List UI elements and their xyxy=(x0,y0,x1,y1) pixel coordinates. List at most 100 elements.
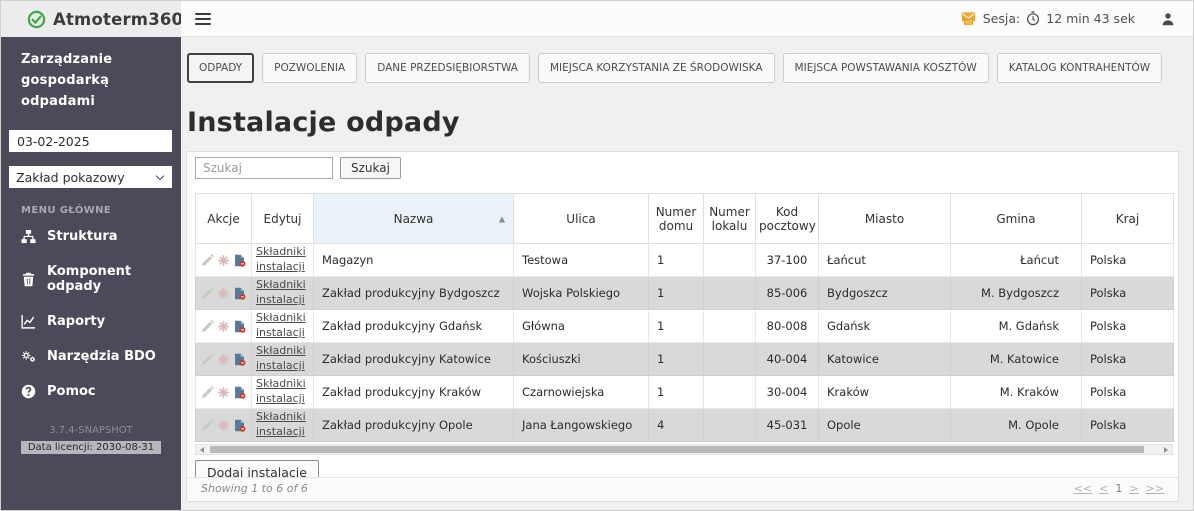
pagination-page-1[interactable]: 1 xyxy=(1115,482,1122,495)
pagination-last[interactable]: >> xyxy=(1146,482,1164,495)
column-header-miasto[interactable]: Miasto xyxy=(819,194,951,244)
approve-stamp-icon[interactable] xyxy=(217,353,230,366)
sidebar-item-struktura[interactable]: Struktura xyxy=(1,219,181,254)
file-remove-icon[interactable] xyxy=(233,386,246,399)
cell-numer-domu: 1 xyxy=(649,343,704,376)
cell-gmina: M. Katowice xyxy=(951,343,1082,376)
approve-stamp-icon[interactable] xyxy=(217,287,230,300)
cell-edytuj: Składniki instalacji xyxy=(252,376,314,409)
pagination: <<<1>>> xyxy=(1074,482,1164,495)
main-content: ODPADY POZWOLENIA DANE PRZEDSIĘBIORSTWA MIE… xyxy=(181,37,1193,511)
tab-miejsca-korzystania-ze-rodowiska[interactable]: MIEJSCA KORZYSTANIA ZE ŚRODOWISKA xyxy=(538,53,775,83)
tab-odpady[interactable]: ODPADY xyxy=(187,53,254,83)
sidebar-item-komponent-odpady[interactable]: Komponent odpady xyxy=(1,254,181,304)
cell-akcje xyxy=(196,277,252,310)
search-input[interactable] xyxy=(195,157,333,179)
cell-ulica: Kościuszki xyxy=(514,343,649,376)
tab-katalog-kontrahent-w[interactable]: KATALOG KONTRAHENTÓW xyxy=(997,53,1162,83)
file-remove-icon[interactable] xyxy=(233,419,246,432)
app-window: Atmoterm360 Sesja: 12 min 43 sek Zarządz… xyxy=(0,0,1194,511)
unit-select[interactable]: Zakład pokazowy xyxy=(9,166,172,188)
column-header-ulica[interactable]: Ulica xyxy=(514,194,649,244)
installation-components-link[interactable]: Składniki instalacji xyxy=(256,245,311,275)
edit-pencil-icon[interactable] xyxy=(201,320,214,333)
unit-select-value: Zakład pokazowy xyxy=(16,170,125,185)
cell-akcje xyxy=(196,409,252,442)
sidebar-item-pomoc[interactable]: Pomoc xyxy=(1,374,181,409)
installations-table: AkcjeEdytujNazwa▲UlicaNumer domuNumer lo… xyxy=(195,193,1174,442)
pagination-prev[interactable]: < xyxy=(1099,482,1108,495)
cell-ulica: Czarnowiejska xyxy=(514,376,649,409)
column-header-kod-pocztowy[interactable]: Kod pocztowy xyxy=(756,194,819,244)
column-header-numer-domu[interactable]: Numer domu xyxy=(649,194,704,244)
horizontal-scrollbar[interactable] xyxy=(195,444,1173,455)
date-input[interactable] xyxy=(9,130,172,152)
trash-icon xyxy=(21,272,36,287)
user-icon[interactable] xyxy=(1161,12,1175,26)
pagination-next[interactable]: > xyxy=(1129,482,1138,495)
file-remove-icon[interactable] xyxy=(233,254,246,267)
session-time: 12 min 43 sek xyxy=(1046,11,1135,26)
cell-kraj: Polska xyxy=(1082,409,1174,442)
sidebar-item-label: Komponent odpady xyxy=(47,264,161,294)
column-header-edytuj[interactable]: Edytuj xyxy=(252,194,314,244)
installation-components-link[interactable]: Składniki instalacji xyxy=(256,278,311,308)
cogs-icon xyxy=(21,349,36,364)
cell-edytuj: Składniki instalacji xyxy=(252,277,314,310)
pagination-first[interactable]: << xyxy=(1074,482,1092,495)
sidebar-item-raporty[interactable]: Raporty xyxy=(1,304,181,339)
edit-pencil-icon[interactable] xyxy=(201,287,214,300)
column-header-numer-lokalu[interactable]: Numer lokalu xyxy=(704,194,756,244)
edit-pencil-icon[interactable] xyxy=(201,419,214,432)
cell-numer-lokalu xyxy=(704,310,756,343)
help-icon xyxy=(21,384,36,399)
cell-miasto: Łańcut xyxy=(819,244,951,277)
table-row: Składniki instalacjiZakład produkcyjny O… xyxy=(196,409,1174,442)
cell-numer-domu: 1 xyxy=(649,277,704,310)
cell-akcje xyxy=(196,343,252,376)
installation-components-link[interactable]: Składniki instalacji xyxy=(256,410,311,440)
file-remove-icon[interactable] xyxy=(233,353,246,366)
approve-stamp-icon[interactable] xyxy=(217,386,230,399)
installation-components-link[interactable]: Składniki instalacji xyxy=(256,311,311,341)
approve-stamp-icon[interactable] xyxy=(217,254,230,267)
edit-pencil-icon[interactable] xyxy=(201,353,214,366)
cell-numer-domu: 1 xyxy=(649,376,704,409)
column-header-nazwa[interactable]: Nazwa▲ xyxy=(314,194,514,244)
sidebar-item-narz-dzia-bdo[interactable]: Narzędzia BDO xyxy=(1,339,181,374)
table-row: Składniki instalacjiZakład produkcyjny B… xyxy=(196,277,1174,310)
installation-components-link[interactable]: Składniki instalacji xyxy=(256,344,311,374)
tab-dane-przedsi-biorstwa[interactable]: DANE PRZEDSIĘBIORSTWA xyxy=(365,53,530,83)
cell-akcje xyxy=(196,376,252,409)
scroll-right-arrow-icon[interactable] xyxy=(1160,445,1172,454)
edit-pencil-icon[interactable] xyxy=(201,386,214,399)
column-header-kraj[interactable]: Kraj xyxy=(1082,194,1174,244)
sidebar-item-label: Narzędzia BDO xyxy=(47,349,156,364)
tab-pozwolenia[interactable]: POZWOLENIA xyxy=(262,53,357,83)
installation-components-link[interactable]: Składniki instalacji xyxy=(256,377,311,407)
file-remove-icon[interactable] xyxy=(233,287,246,300)
file-remove-icon[interactable] xyxy=(233,320,246,333)
approve-stamp-icon[interactable] xyxy=(217,320,230,333)
tab-bar: ODPADY POZWOLENIA DANE PRZEDSIĘBIORSTWA MIE… xyxy=(187,53,1179,83)
column-header-gmina[interactable]: Gmina xyxy=(951,194,1082,244)
column-header-akcje[interactable]: Akcje xyxy=(196,194,252,244)
cell-nazwa: Zakład produkcyjny Katowice xyxy=(314,343,514,376)
tab-miejsca-powstawania-koszt-w[interactable]: MIEJSCA POWSTAWANIA KOSZTÓW xyxy=(783,53,989,83)
cell-edytuj: Składniki instalacji xyxy=(252,343,314,376)
cell-miasto: Opole xyxy=(819,409,951,442)
hamburger-menu-icon[interactable] xyxy=(195,13,211,25)
scrollbar-thumb[interactable] xyxy=(210,446,1144,453)
cell-miasto: Bydgoszcz xyxy=(819,277,951,310)
scroll-left-arrow-icon[interactable] xyxy=(196,445,208,454)
cell-edytuj: Składniki instalacji xyxy=(252,409,314,442)
sitemap-icon xyxy=(21,229,36,244)
bdo-mail-icon[interactable] xyxy=(960,11,977,26)
sidebar-item-label: Pomoc xyxy=(47,384,96,399)
logo-area: Atmoterm360 xyxy=(1,1,181,37)
search-button[interactable]: Szukaj xyxy=(340,157,401,179)
approve-stamp-icon[interactable] xyxy=(217,419,230,432)
cell-nazwa: Zakład produkcyjny Opole xyxy=(314,409,514,442)
edit-pencil-icon[interactable] xyxy=(201,254,214,267)
table-footer: Showing 1 to 6 of 6 <<<1>>> xyxy=(187,477,1178,501)
